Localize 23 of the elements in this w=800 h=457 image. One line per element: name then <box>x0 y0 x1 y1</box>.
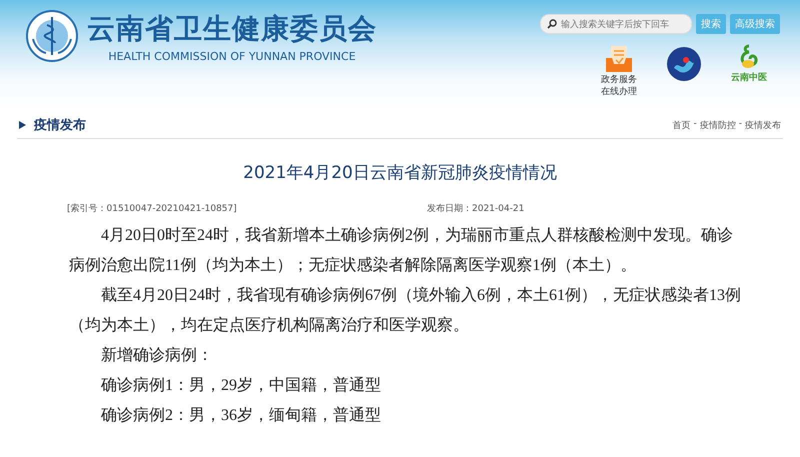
article-paragraph: 确诊病例1：男，29岁，中国籍，普通型 <box>100 375 382 396</box>
service-link[interactable]: 政务服务在线办理 <box>600 44 638 98</box>
breadcrumb-link[interactable]: 疫情发布 <box>745 118 781 132</box>
article-paragraph: 新增确诊病例： <box>100 346 214 366</box>
search-field[interactable]: 输入搜索关键字后按下回车 <box>540 14 692 34</box>
article-paragraph: 截至4月20日24时，我省现有确诊病例67例（境外输入6例，本土61例），无症状感染者13例（均为本土），均在定点医疗机构隔离治疗和医学观察。 <box>69 286 742 336</box>
emblem-logo <box>25 9 79 63</box>
document-tray-icon <box>604 44 634 74</box>
triangle-icon <box>19 121 26 129</box>
article-paragraph: 4月20日0时至24时，我省新增本土确诊病例2例，为瑞丽市重点人群核酸检测中发现。确诊病例治愈出院11例（均为本土）；无症状感染者解除隔离医学观察1例（本土）。 <box>69 226 734 276</box>
section-title: 疫情发布 <box>34 116 86 134</box>
index-number: [索引号：01510047-20210421-10857] <box>67 202 238 215</box>
breadcrumb-separator: - <box>738 118 742 130</box>
site-title: 云南省卫生健康委员会 <box>87 10 377 46</box>
site-subtitle: HEALTH COMMISSION OF YUNNAN PROVINCE <box>108 50 356 62</box>
search-icon <box>547 19 557 29</box>
breadcrumb-link[interactable]: 首页 <box>672 118 690 132</box>
breadcrumb-separator: - <box>694 118 697 130</box>
article-title: 2021年4月20日云南省新冠肺炎疫情情况 <box>242 162 558 184</box>
publish-date: 发布日期：2021-04-21 <box>427 202 524 215</box>
breadcrumb-link[interactable]: 疫情防控 <box>700 118 736 132</box>
emblem-icon[interactable] <box>666 46 702 82</box>
article-paragraph: 确诊病例2：男，36岁，缅甸籍，普通型 <box>100 405 382 426</box>
